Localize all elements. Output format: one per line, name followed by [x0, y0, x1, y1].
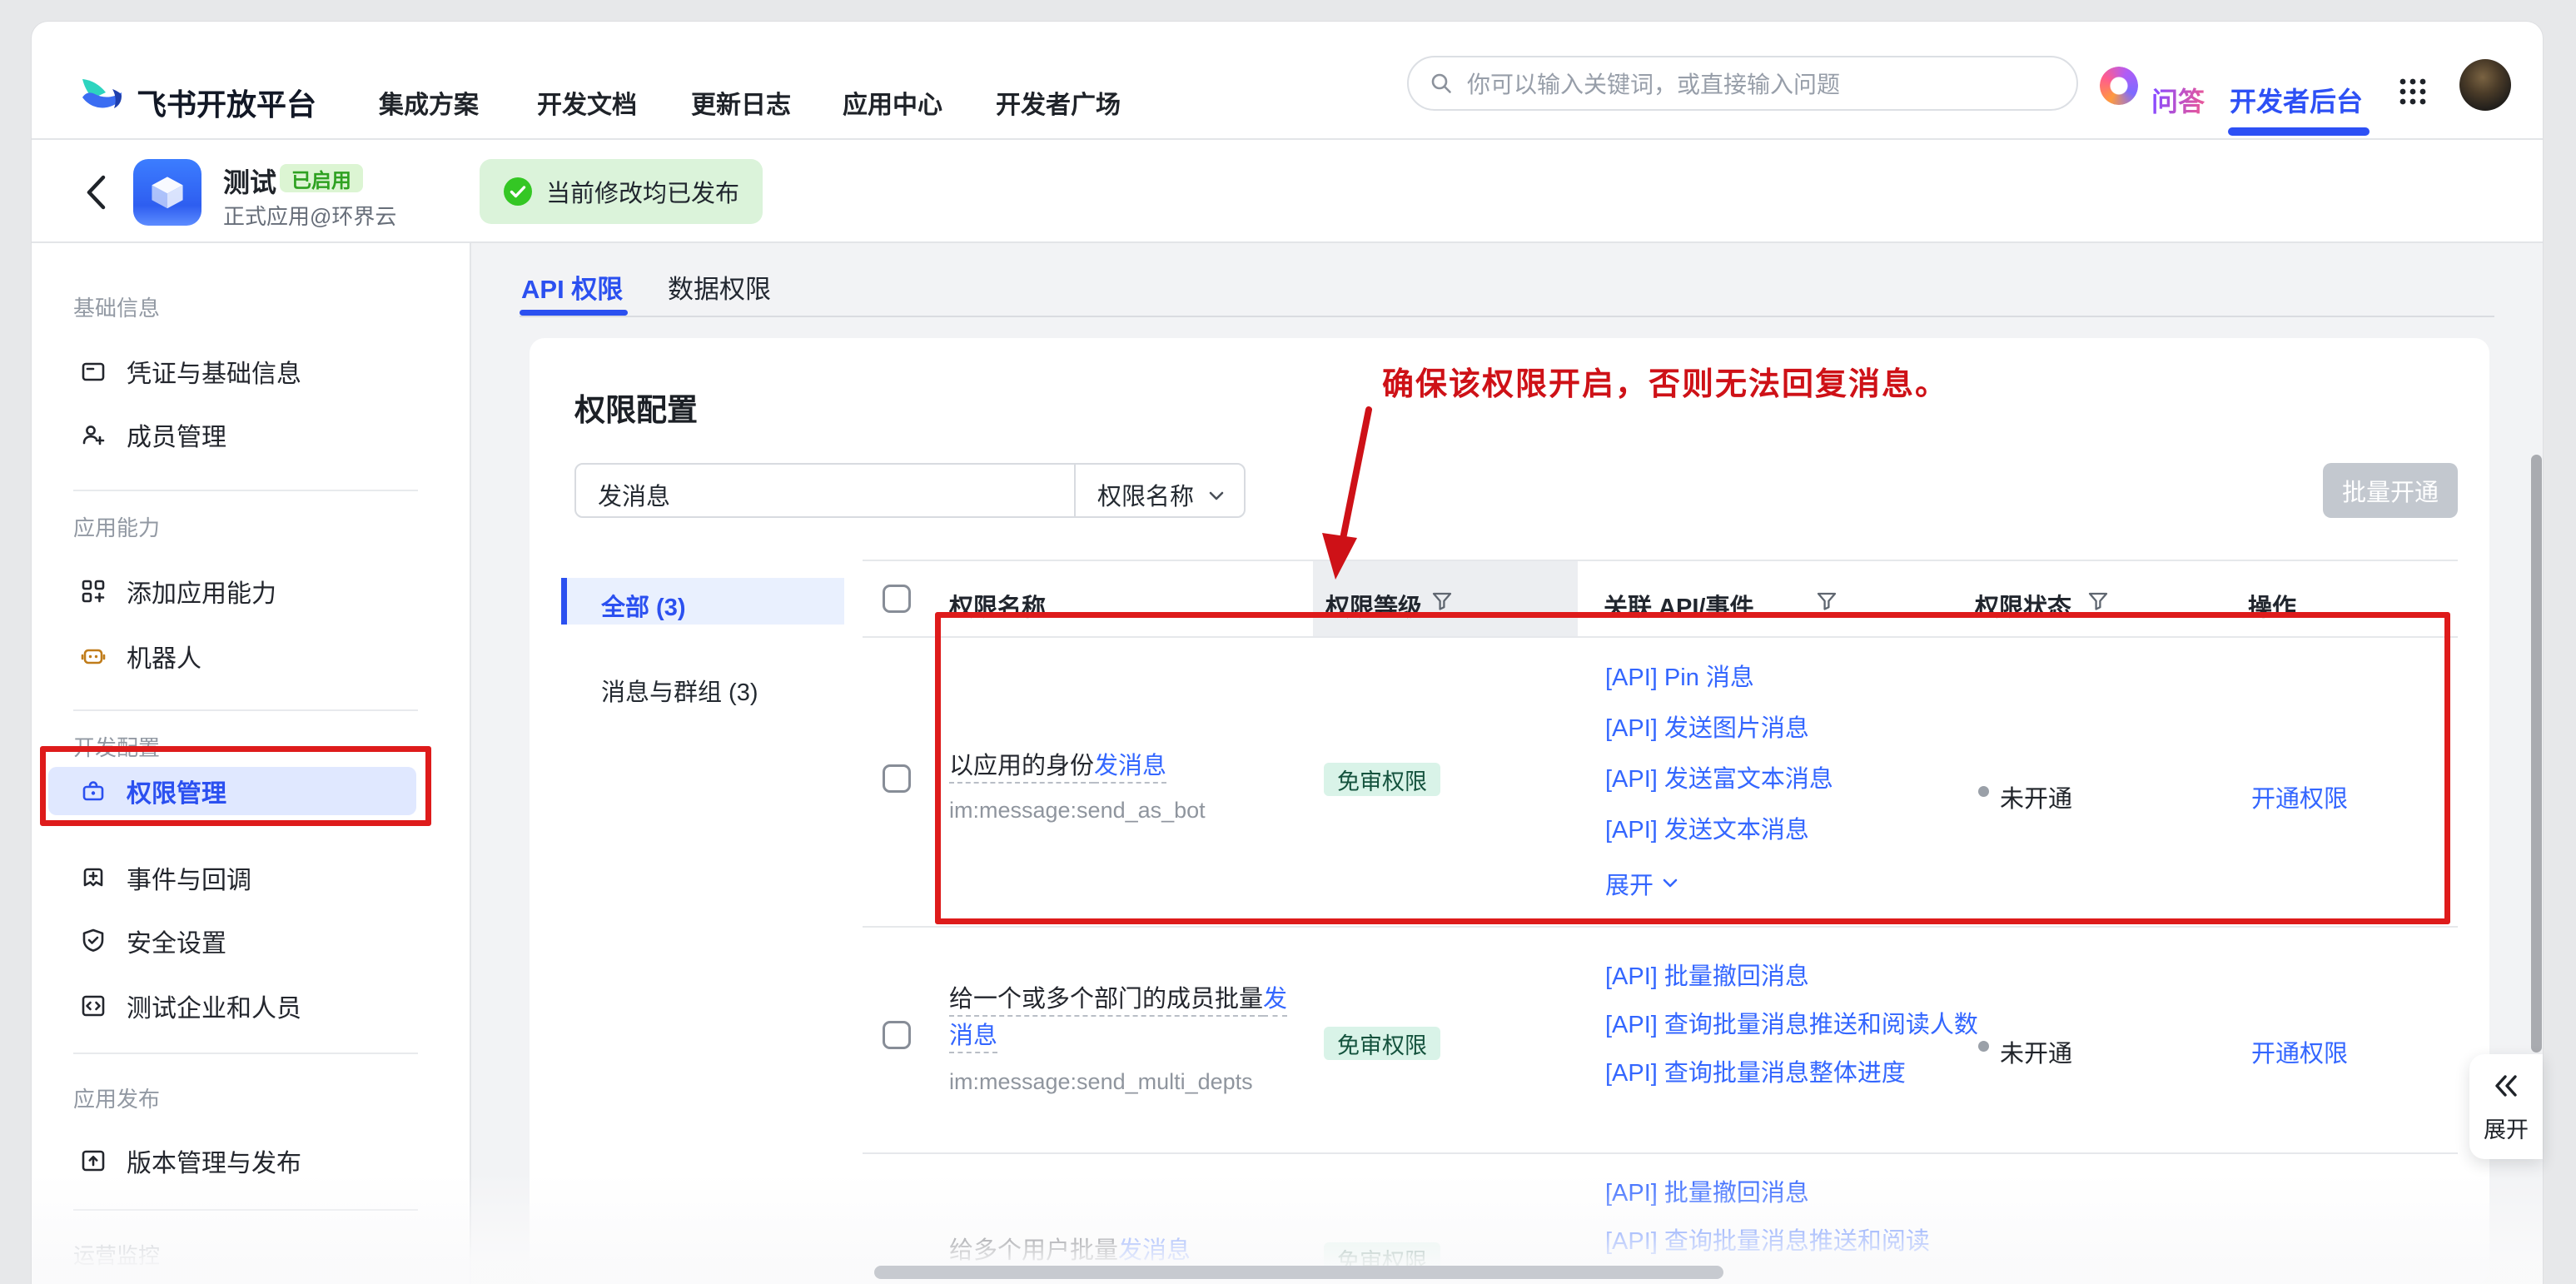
vertical-scrollbar[interactable] [2531, 455, 2542, 1053]
filter-funnel-icon[interactable] [2086, 590, 2110, 613]
sidebar-rule [73, 1053, 418, 1054]
sidebar-rule [73, 709, 418, 711]
sidebar-section-monitor: 运营监控 [73, 1239, 160, 1270]
tab-data-permissions[interactable]: 数据权限 [668, 268, 771, 306]
row-checkbox[interactable] [883, 764, 911, 793]
double-chevron-left-icon [2490, 1070, 2522, 1102]
global-search-input[interactable]: 你可以输入关键词，或直接输入问题 [1407, 56, 2078, 111]
permission-name: 给一个或多个部门的成员批量发消息 [949, 981, 1299, 1054]
sidebar-rule [73, 490, 418, 491]
category-messages[interactable]: 消息与群组 (3) [601, 673, 758, 708]
api-link[interactable]: [API] 批量撤回消息 [1605, 1169, 2000, 1217]
chevron-down-icon[interactable] [1206, 485, 1227, 506]
sidebar-section-capability: 应用能力 [73, 511, 160, 542]
tab-api-permissions[interactable]: API 权限 [521, 268, 623, 306]
app-cube-icon [133, 159, 201, 226]
code-brackets-icon [78, 992, 108, 1020]
publish-status-text: 当前修改均已发布 [546, 174, 739, 209]
nav-item-docs[interactable]: 开发文档 [537, 84, 637, 121]
permission-search-input[interactable]: 发消息 [598, 477, 670, 512]
select-all-checkbox[interactable] [883, 585, 911, 613]
sidebar-section-basic: 基础信息 [73, 291, 160, 322]
horizontal-scrollbar[interactable] [874, 1266, 1723, 1279]
credential-card-icon [78, 357, 108, 386]
filter-funnel-icon[interactable] [1815, 590, 1838, 613]
permission-name-link[interactable]: 发消息 [1118, 1237, 1191, 1264]
sidebar-item-add-capability[interactable]: 添加应用能力 [78, 566, 436, 616]
feishu-logo-icon[interactable] [75, 72, 123, 120]
sidebar-item-test-org[interactable]: 测试企业和人员 [78, 981, 436, 1031]
sidebar-item-bot[interactable]: 机器人 [78, 631, 436, 681]
row-rule [863, 926, 2458, 928]
nav-item-integration[interactable]: 集成方案 [379, 84, 479, 121]
api-link-list: [API] 批量撤回消息 [API] 查询批量消息推送和阅读人数 [API] 查… [1605, 953, 2000, 1097]
category-all[interactable]: 全部 (3) [601, 588, 686, 623]
search-icon [1429, 71, 1454, 96]
publish-status-pill: 当前修改均已发布 [480, 159, 763, 224]
api-link[interactable]: [API] 批量撤回消息 [1605, 953, 2000, 1001]
api-link[interactable]: [API] 查询批量消息推送和阅读人数 [1605, 1001, 2000, 1049]
row-checkbox[interactable] [883, 1021, 911, 1049]
bulk-enable-button[interactable]: 批量开通 [2323, 463, 2458, 518]
annotation-box-row [935, 612, 2450, 924]
security-shield-icon [78, 927, 108, 955]
tab-rule [520, 316, 2494, 317]
capability-add-icon [78, 577, 108, 605]
apps-grid-icon[interactable] [2396, 75, 2429, 108]
permission-name: 给多个用户批量发消息 [949, 1232, 1299, 1269]
api-link[interactable]: [API] 查询批量消息推送和阅读 [1605, 1217, 2000, 1266]
sidebar-section-release: 应用发布 [73, 1082, 160, 1113]
search-control-divider [1074, 465, 1076, 516]
app-status-badge: 已启用 [280, 164, 363, 192]
status-dot [1978, 1041, 1989, 1052]
row-rule [863, 1152, 2458, 1154]
sidebar-item-security[interactable]: 安全设置 [78, 916, 436, 966]
status-text: 未开通 [2000, 1034, 2072, 1069]
navbar-divider [32, 138, 2543, 140]
nav-item-app-center[interactable]: 应用中心 [843, 84, 942, 121]
console-link[interactable]: 开发者后台 [2230, 81, 2363, 119]
sidebar-rule [73, 1209, 418, 1211]
api-link[interactable]: [API] 查询批量消息整体进度 [1605, 1049, 2000, 1097]
version-upload-icon [78, 1147, 108, 1175]
sidebar-item-version[interactable]: 版本管理与发布 [78, 1136, 436, 1186]
app-name: 测试 [223, 162, 276, 200]
qa-ring-icon[interactable] [2100, 67, 2138, 105]
category-active-bar [561, 578, 567, 625]
navbar-brand[interactable]: 飞书开放平台 [137, 81, 316, 124]
robot-icon [78, 642, 108, 670]
member-add-icon [78, 421, 108, 449]
nav-item-dev-plaza[interactable]: 开发者广场 [996, 84, 1121, 121]
api-link-list: [API] 批量撤回消息 [API] 查询批量消息推送和阅读 [1605, 1169, 2000, 1266]
card-title: 权限配置 [574, 385, 698, 430]
user-avatar[interactable] [2459, 59, 2511, 111]
check-circle-icon [503, 177, 533, 207]
permission-code: im:message:send_multi_depts [949, 1069, 1253, 1095]
nav-item-changelog[interactable]: 更新日志 [691, 84, 791, 121]
filter-funnel-icon[interactable] [1430, 590, 1454, 613]
sidebar-item-members[interactable]: 成员管理 [78, 410, 436, 460]
table-top-rule [863, 560, 2458, 561]
tab-active-indicator [520, 310, 628, 316]
level-tag: 免审权限 [1324, 1027, 1440, 1060]
sidebar-item-credentials[interactable]: 凭证与基础信息 [78, 346, 436, 396]
annotation-text: 确保该权限开启，否则无法回复消息。 [1382, 358, 1948, 404]
sidebar-item-events[interactable]: 事件与回调 [78, 853, 436, 903]
back-icon[interactable] [83, 173, 108, 212]
event-callback-icon [78, 863, 108, 892]
app-type: 正式应用@环界云 [223, 200, 396, 231]
qa-link[interactable]: 问答 [2151, 81, 2205, 119]
filter-type-select[interactable]: 权限名称 [1097, 477, 1194, 512]
enable-permission-link[interactable]: 开通权限 [2251, 1034, 2348, 1069]
expand-panel-button[interactable]: 展开 [2469, 1054, 2543, 1159]
search-placeholder: 你可以输入关键词，或直接输入问题 [1467, 67, 1840, 100]
console-active-indicator [2228, 127, 2370, 136]
annotation-box-sidebar [40, 746, 431, 826]
annotation-arrow [1299, 400, 1399, 600]
